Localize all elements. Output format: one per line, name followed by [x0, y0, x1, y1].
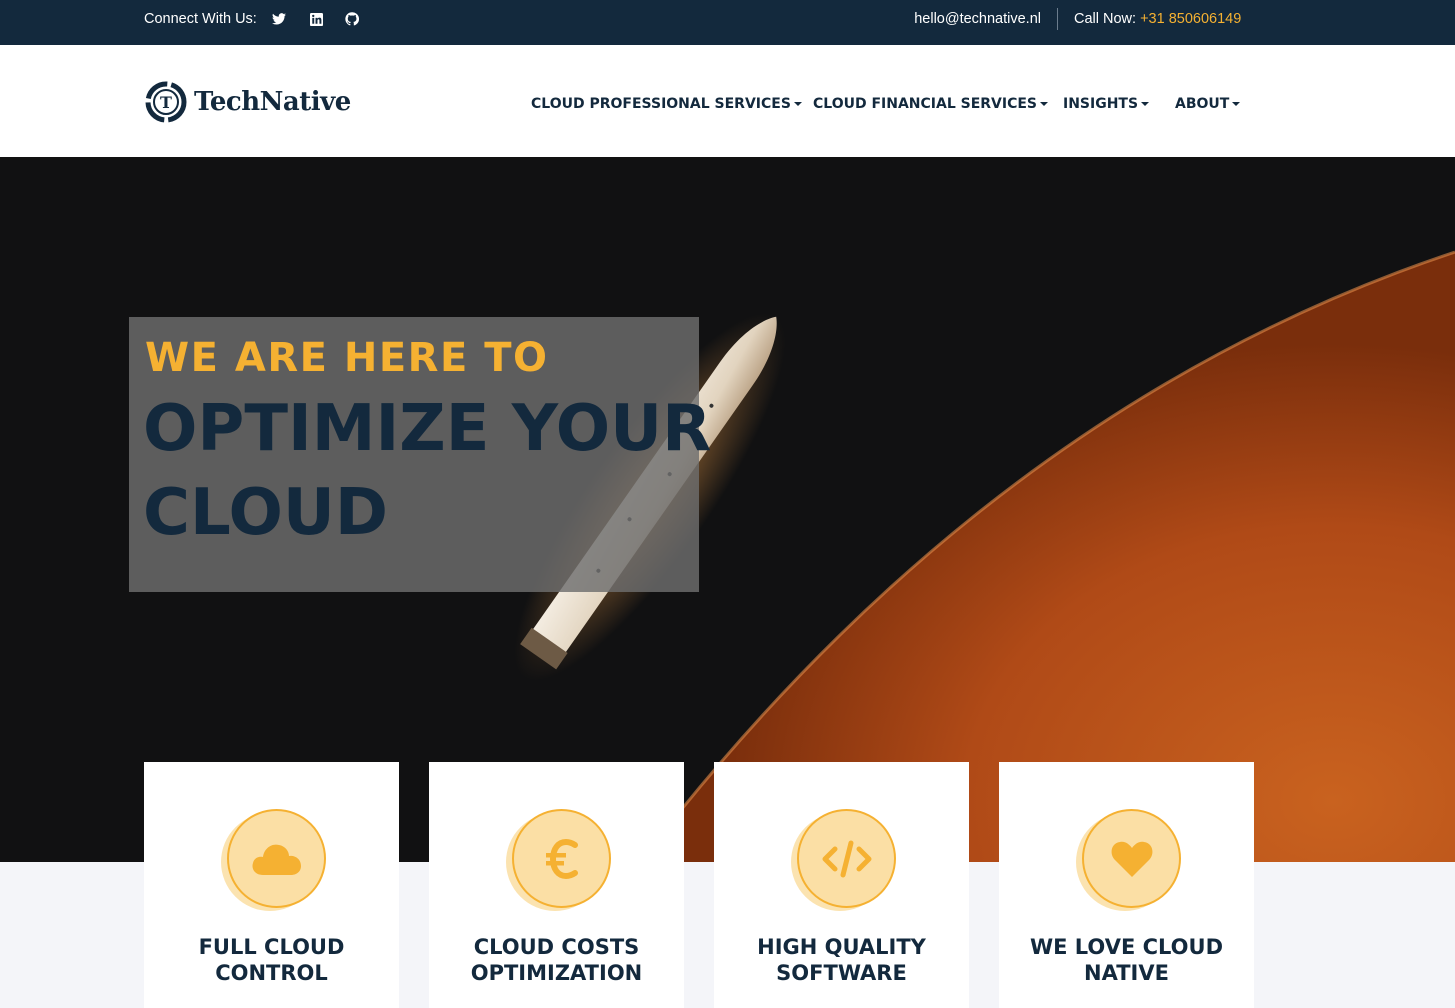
caret-down-icon: [1141, 102, 1150, 106]
hero-title-line-1: OPTIMIZE YOUR: [143, 392, 712, 466]
call-label: Call Now:: [1074, 11, 1141, 27]
connect-label: Connect With Us:: [144, 11, 257, 27]
nav-cloud-professional-services[interactable]: CLOUD PROFESSIONAL SERVICES: [531, 96, 802, 112]
nav-insights[interactable]: INSIGHTS: [1063, 96, 1150, 112]
github-icon[interactable]: [344, 11, 360, 27]
cloud-icon: [227, 809, 326, 908]
nav-label: ABOUT: [1175, 96, 1230, 112]
linkedin-icon[interactable]: [308, 11, 324, 27]
nav-cloud-financial-services[interactable]: CLOUD FINANCIAL SERVICES: [813, 96, 1049, 112]
feature-card-cloud-costs-optimization[interactable]: CLOUD COSTS OPTIMIZATION: [429, 762, 684, 1008]
hero-kicker: WE ARE HERE TO: [145, 335, 549, 381]
nav-about[interactable]: ABOUT: [1175, 96, 1241, 112]
hero-title: OPTIMIZE YOUR CLOUD: [143, 387, 711, 555]
feature-icon-wrap: [1076, 809, 1181, 911]
feature-icon-wrap: [791, 809, 896, 911]
nav-label: CLOUD FINANCIAL SERVICES: [813, 96, 1038, 112]
logo-text: TechNative: [194, 87, 351, 117]
hero-text-box: WE ARE HERE TO OPTIMIZE YOUR CLOUD: [129, 317, 711, 592]
nav-label: CLOUD PROFESSIONAL SERVICES: [531, 96, 791, 112]
feature-icon-wrap: [506, 809, 611, 911]
feature-title-line-1: FULL CLOUD: [198, 935, 345, 959]
nav-label: INSIGHTS: [1063, 96, 1139, 112]
feature-title: FULL CLOUD CONTROL: [144, 934, 399, 986]
call-now: Call Now: +31 850606149: [1074, 11, 1241, 27]
email-link[interactable]: hello@technative.nl: [914, 11, 1041, 27]
caret-down-icon: [793, 102, 802, 106]
feature-card-full-cloud-control[interactable]: FULL CLOUD CONTROL: [144, 762, 399, 1008]
site-header: T TechNative CLOUD PROFESSIONAL SERVICES…: [0, 45, 1455, 157]
phone-link[interactable]: +31 850606149: [1140, 11, 1241, 27]
logo-letter: T: [160, 93, 172, 112]
hero-title-line-2: CLOUD: [143, 476, 388, 550]
heart-icon: [1082, 809, 1181, 908]
feature-title-line-2: SOFTWARE: [776, 961, 907, 985]
feature-title-line-2: OPTIMIZATION: [470, 961, 643, 985]
caret-down-icon: [1040, 102, 1049, 106]
feature-title: WE LOVE CLOUD NATIVE: [999, 934, 1254, 986]
feature-title-line-2: CONTROL: [215, 961, 328, 985]
feature-card-high-quality-software[interactable]: HIGH QUALITY SOFTWARE: [714, 762, 969, 1008]
top-bar: Connect With Us: hello@technative.nl Cal…: [0, 0, 1455, 45]
twitter-icon[interactable]: [271, 11, 287, 27]
caret-down-icon: [1232, 102, 1241, 106]
feature-title: CLOUD COSTS OPTIMIZATION: [429, 934, 684, 986]
feature-title-line-1: CLOUD COSTS: [473, 935, 640, 959]
feature-card-we-love-cloud-native[interactable]: WE LOVE CLOUD NATIVE: [999, 762, 1254, 1008]
code-icon: [797, 809, 896, 908]
feature-title-line-2: NATIVE: [1084, 961, 1169, 985]
logo-mark-icon: T: [145, 81, 187, 123]
hero-banner: WE ARE HERE TO OPTIMIZE YOUR CLOUD: [0, 157, 1455, 862]
feature-icon-wrap: [221, 809, 326, 911]
logo[interactable]: T TechNative: [144, 79, 351, 125]
euro-icon: [512, 809, 611, 908]
feature-title-line-1: WE LOVE CLOUD: [1029, 935, 1224, 959]
feature-title: HIGH QUALITY SOFTWARE: [714, 934, 969, 986]
feature-title-line-1: HIGH QUALITY: [757, 935, 926, 959]
topbar-divider: [1057, 8, 1058, 30]
